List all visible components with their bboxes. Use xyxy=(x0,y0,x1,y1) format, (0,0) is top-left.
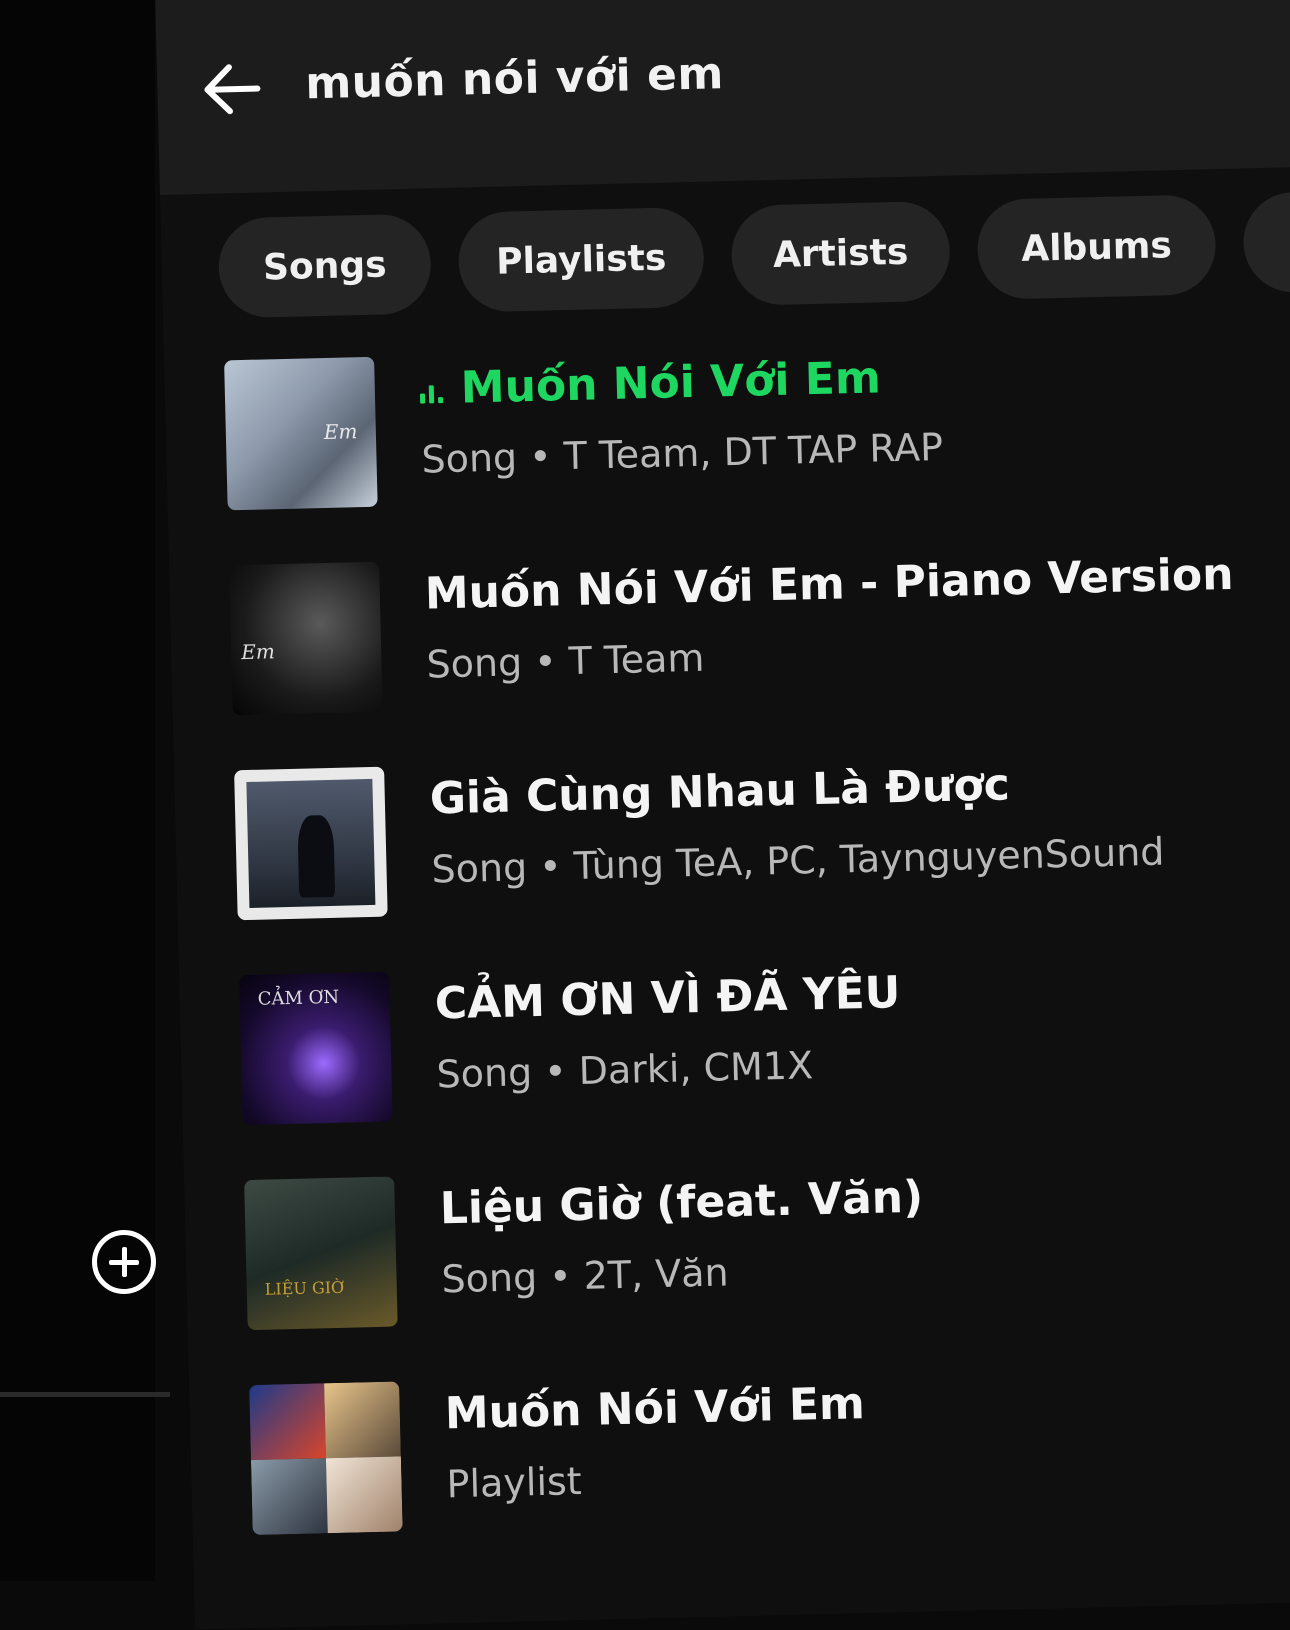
song-title: Liệu Giờ (feat. Văn) xyxy=(439,1171,924,1235)
list-item[interactable]: Muốn Nói Với Em Playlist xyxy=(249,1358,1290,1555)
song-title: Muốn Nói Với Em xyxy=(419,352,881,414)
cover-text: CẢM ƠN xyxy=(257,986,340,1010)
song-title: CẢM ƠN VÌ ĐÃ YÊU xyxy=(434,967,901,1030)
song-title: Muốn Nói Với Em - Piano Version xyxy=(424,548,1235,620)
playlist-cover xyxy=(249,1381,403,1536)
song-subtitle: Song • Tùng TeA, PC, TaynguyenSound xyxy=(431,829,1165,892)
chip-more[interactable] xyxy=(1242,190,1290,294)
album-cover: Em xyxy=(224,356,378,511)
search-results-panel: muốn nói với em Songs Playlists Artists … xyxy=(155,0,1290,1630)
chip-songs[interactable]: Songs xyxy=(217,213,432,319)
list-item[interactable]: Em Muốn Nói Với Em Song • T Team, DT TAP… xyxy=(224,334,1290,531)
chip-albums[interactable]: Albums xyxy=(976,194,1217,300)
cover-text: Em xyxy=(323,419,358,445)
equalizer-icon xyxy=(419,363,447,415)
plus-circle-icon[interactable] xyxy=(92,1230,156,1294)
left-sidebar xyxy=(0,0,155,1581)
list-item[interactable]: CẢM ƠN CẢM ƠN VÌ ĐÃ YÊU Song • Darki, CM… xyxy=(239,948,1290,1145)
playlist-title: Muốn Nói Với Em xyxy=(444,1378,866,1440)
chip-artists[interactable]: Artists xyxy=(730,200,951,306)
chip-playlists[interactable]: Playlists xyxy=(457,206,705,313)
search-bar: muốn nói với em xyxy=(155,0,1290,195)
results-list: Em Muốn Nói Với Em Song • T Team, DT TAP… xyxy=(224,334,1290,1536)
cover-text: Em xyxy=(240,639,276,665)
album-cover: Em xyxy=(229,561,383,716)
song-subtitle: Song • Darki, CM1X xyxy=(436,1043,814,1097)
cover-text: LIỆU GIỜ xyxy=(264,1277,345,1299)
song-subtitle: Song • T Team, DT TAP RAP xyxy=(421,424,944,482)
song-subtitle: Song • T Team xyxy=(426,635,705,687)
filter-chips: Songs Playlists Artists Albums xyxy=(217,190,1290,319)
arrow-left-icon[interactable] xyxy=(197,53,269,125)
list-item[interactable]: LIỆU GIỜ Liệu Giờ (feat. Văn) Song • 2T,… xyxy=(244,1153,1290,1350)
album-cover xyxy=(234,766,388,921)
song-subtitle: Song • 2T, Văn xyxy=(441,1250,730,1302)
album-cover: LIỆU GIỜ xyxy=(244,1176,398,1331)
song-title: Già Cùng Nhau Là Được xyxy=(429,759,1011,825)
playlist-subtitle: Playlist xyxy=(446,1459,583,1507)
list-item[interactable]: Già Cùng Nhau Là Được Song • Tùng TeA, P… xyxy=(234,743,1290,940)
album-cover: CẢM ƠN xyxy=(239,971,393,1126)
list-item[interactable]: Em Muốn Nói Với Em - Piano Version Song … xyxy=(229,538,1290,735)
search-input[interactable]: muốn nói với em xyxy=(305,48,725,109)
sidebar-divider xyxy=(0,1392,170,1397)
